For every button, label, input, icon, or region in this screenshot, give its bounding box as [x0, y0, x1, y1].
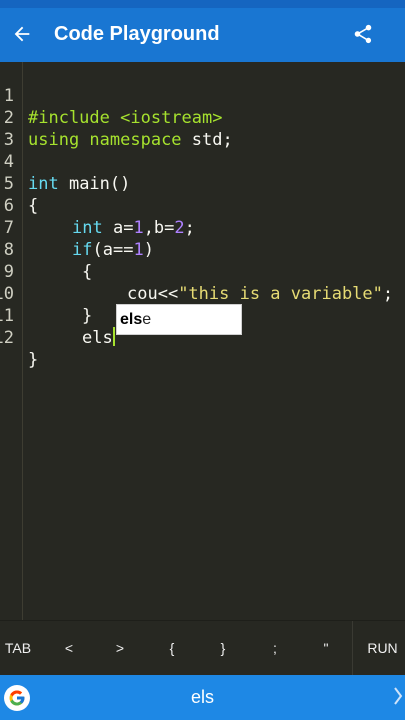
chevron-icon[interactable]: [393, 685, 403, 712]
semicolon-key-button[interactable]: ;: [258, 621, 292, 676]
open-brace-key-button[interactable]: {: [155, 621, 189, 676]
page-title: Code Playground: [54, 23, 220, 45]
code-line: 4 int main(): [0, 129, 405, 194]
code-line: 1 #include <iostream>: [0, 63, 405, 128]
code-line: 9 cou<<"this is a variable";: [0, 239, 405, 304]
status-bar: [0, 0, 405, 8]
code-line: 8 {: [0, 217, 405, 282]
text-cursor: [112, 327, 115, 346]
toolbar-divider: [352, 621, 353, 676]
code-line: 10 }: [0, 261, 405, 326]
line-number: 12: [0, 328, 14, 348]
autocomplete-match: els: [120, 311, 143, 328]
share-icon[interactable]: [349, 20, 377, 48]
greater-than-key-button[interactable]: >: [103, 621, 137, 676]
run-button[interactable]: RUN: [360, 621, 405, 676]
code-line: 3: [0, 107, 405, 150]
code-token: }: [28, 350, 39, 370]
autocomplete-rest: e: [142, 311, 152, 328]
autocomplete-suggestion[interactable]: else: [116, 304, 242, 335]
quote-key-button[interactable]: ": [309, 621, 343, 676]
keyboard-suggestion-bar: els: [0, 675, 405, 720]
code-text: els: [82, 327, 115, 349]
symbol-toolbar: TAB < > { } ; " RUN: [0, 620, 405, 676]
code-editor[interactable]: 1 #include <iostream> 2 using namespace …: [0, 62, 405, 620]
app-bar: Code Playground: [0, 8, 405, 62]
arrow-left-icon[interactable]: [8, 20, 36, 48]
close-brace-key-button[interactable]: }: [206, 621, 240, 676]
code-token: els: [82, 328, 113, 348]
code-line: 7 if(a==1): [0, 195, 405, 260]
google-g-icon[interactable]: [4, 685, 30, 711]
keyboard-suggestion[interactable]: els: [0, 675, 405, 720]
code-line: 2 using namespace std;: [0, 85, 405, 150]
code-text: }: [28, 349, 38, 371]
code-line: 5 {: [0, 151, 405, 216]
code-line: 11 els: [0, 283, 405, 348]
tab-key-button[interactable]: TAB: [0, 621, 36, 676]
less-than-key-button[interactable]: <: [52, 621, 86, 676]
code-line: 6 int a=1,b=2;: [0, 173, 405, 238]
